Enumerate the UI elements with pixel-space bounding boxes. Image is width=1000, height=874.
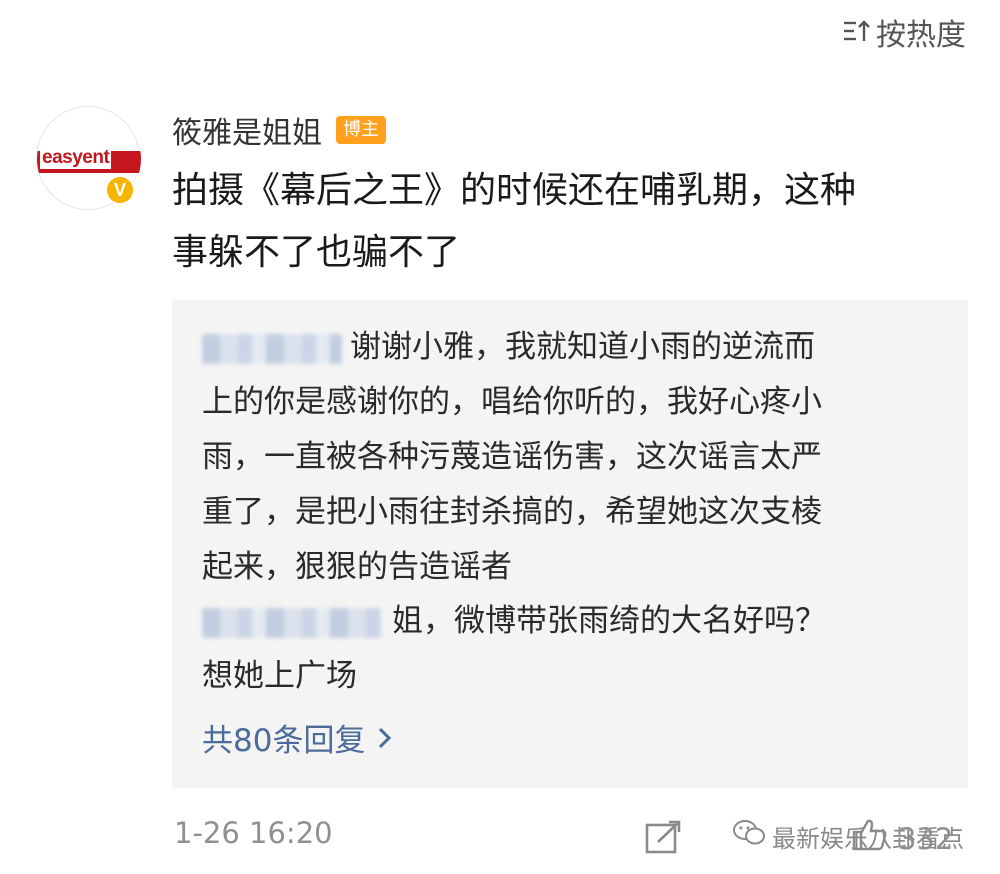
reply-line: 姐，微博带张雨绮的大名好吗？: [202, 594, 942, 649]
reply-line: 上的你是感谢你的，唱给你听的，我好心疼小: [202, 384, 822, 420]
author-badge: 博主: [336, 116, 386, 144]
chevron-right-icon: [377, 716, 393, 766]
thumbs-up-icon: [852, 818, 888, 859]
replies-box[interactable]: 谢谢小雅，我就知道小雨的逆流而 上的你是感谢你的，唱给你听的，我好心疼小 雨，一…: [172, 300, 968, 788]
blurred-username: [202, 607, 382, 638]
comment-line: 事躲不了也骗不了: [172, 232, 461, 273]
share-icon[interactable]: [644, 820, 684, 860]
wechat-icon: [732, 818, 766, 854]
blurred-username: [202, 333, 342, 364]
reply-line: 起来，狠狠的告造谣者: [202, 549, 512, 585]
user-row: 筱雅是姐姐 博主: [172, 108, 386, 152]
comment-line: 拍摄《幕后之王》的时候还在哺乳期，这种: [172, 170, 857, 211]
sort-label: 按热度: [876, 18, 966, 53]
sort-by-hot-button[interactable]: 按热度: [842, 10, 966, 54]
comment-text: 拍摄《幕后之王》的时候还在哺乳期，这种 事躲不了也骗不了: [172, 160, 972, 284]
reply-item[interactable]: 姐，微博带张雨绮的大名好吗？ 想她上广场: [202, 594, 942, 704]
reply-line: 谢谢小雅，我就知道小雨的逆流而: [202, 320, 942, 375]
avatar[interactable]: easyent V: [36, 106, 141, 210]
verified-icon: V: [105, 175, 135, 205]
more-replies-label: 共80条回复: [202, 723, 366, 759]
reply-line: 想她上广场: [202, 658, 357, 694]
like-count: 332: [898, 821, 954, 856]
reply-line: 雨，一直被各种污蔑造谣伤害，这次谣言太严: [202, 439, 822, 475]
sort-icon: [842, 19, 872, 45]
comment-time: 1-26 16:20: [174, 816, 333, 850]
username[interactable]: 筱雅是姐姐: [172, 108, 322, 152]
reply-line: 重了，是把小雨往封杀搞的，希望她这次支棱: [202, 494, 822, 530]
like-button[interactable]: 332: [852, 818, 953, 859]
reply-item[interactable]: 谢谢小雅，我就知道小雨的逆流而 上的你是感谢你的，唱给你听的，我好心疼小 雨，一…: [202, 320, 942, 595]
more-replies-link[interactable]: 共80条回复: [202, 716, 393, 766]
comment-screen: 按热度 easyent V 筱雅是姐姐 博主 拍摄《幕后之王》的时候还在哺乳期，…: [0, 0, 1000, 874]
